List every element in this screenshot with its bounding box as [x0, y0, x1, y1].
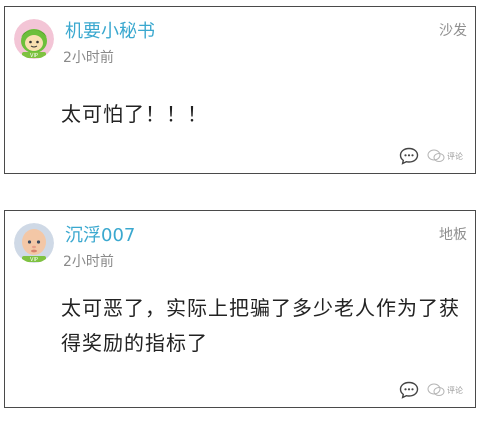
comment-actions: 评论	[399, 379, 463, 401]
comment-card: VIP 机要小秘书 2小时前 沙发 太可怕了！！！ 评论	[4, 6, 476, 174]
comment-time: 2小时前	[63, 50, 114, 66]
watermark: 评论	[427, 149, 463, 163]
comment-actions: 评论	[399, 145, 463, 167]
comment-text: 太可怕了！！！	[61, 102, 208, 126]
green-cartoon-avatar-icon: VIP	[14, 19, 54, 59]
floor-label: 地板	[439, 227, 467, 243]
wechat-watermark-icon	[427, 383, 445, 396]
floor-label: 沙发	[439, 23, 467, 39]
svg-text:VIP: VIP	[30, 53, 38, 59]
watermark-text: 评论	[447, 385, 463, 395]
watermark-text: 评论	[447, 151, 463, 161]
username[interactable]: 沉浮007	[65, 225, 135, 247]
comment-time: 2小时前	[63, 254, 114, 270]
comment-text: 太可恶了，实际上把骗了多少老人作为了获得奖励的指标了	[61, 296, 460, 355]
wechat-watermark-icon	[427, 149, 445, 162]
avatar[interactable]: VIP	[14, 19, 54, 59]
baby-photo-avatar-icon: VIP	[14, 223, 54, 263]
reply-comment-icon[interactable]	[399, 147, 419, 165]
svg-text:VIP: VIP	[30, 257, 38, 263]
reply-comment-icon[interactable]	[399, 381, 419, 399]
username[interactable]: 机要小秘书	[65, 21, 155, 43]
comment-card: VIP 沉浮007 2小时前 地板 太可恶了，实际上把骗了多少老人作为了获得奖励…	[4, 210, 476, 408]
watermark: 评论	[427, 383, 463, 397]
avatar[interactable]: VIP	[14, 223, 54, 263]
